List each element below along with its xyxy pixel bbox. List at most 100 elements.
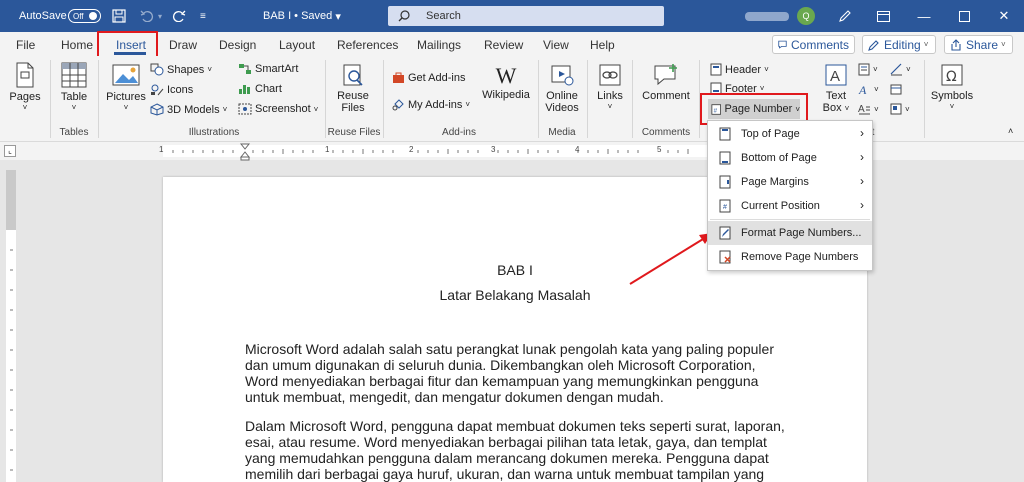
header-button[interactable]: Header ˅ <box>710 63 769 76</box>
menu-item-bottom-of-page[interactable]: Bottom of Page › <box>708 146 872 170</box>
table-button[interactable]: Table ˅ <box>56 62 92 112</box>
ribbon-display-icon[interactable] <box>877 0 890 32</box>
comment-button[interactable]: Comment <box>640 63 692 102</box>
quick-parts-button[interactable]: ˅ <box>858 63 878 76</box>
save-icon[interactable] <box>112 0 126 32</box>
undo-dropdown-icon[interactable]: ▾ <box>158 0 162 32</box>
ruler-mark-1: 1 <box>325 145 330 154</box>
get-addins-button[interactable]: Get Add-ins <box>392 71 465 84</box>
wikipedia-button[interactable]: W Wikipedia <box>480 63 532 101</box>
redo-icon[interactable] <box>172 0 186 32</box>
chevron-right-icon: › <box>860 198 864 212</box>
menu-item-label: Page Margins <box>741 176 809 188</box>
shapes-icon <box>150 63 164 76</box>
drop-cap-button[interactable]: A ˅ <box>858 103 879 116</box>
chevron-right-icon: › <box>860 174 864 188</box>
get-addins-label: Get Add-ins <box>408 71 466 84</box>
current-position-icon: # <box>719 199 731 213</box>
pictures-button[interactable]: Pictures ˅ <box>106 62 146 112</box>
collapse-ribbon-icon[interactable]: ˄ <box>1008 126 1013 136</box>
pages-button[interactable]: Pages ˅ <box>8 62 42 112</box>
svg-text:A: A <box>830 68 840 85</box>
chart-button[interactable]: Chart <box>238 83 282 95</box>
chart-icon <box>239 85 250 94</box>
tab-home[interactable]: Home <box>61 38 93 52</box>
share-button[interactable]: Share ˅ <box>944 35 1013 54</box>
vertical-ruler[interactable] <box>6 170 16 482</box>
editing-button[interactable]: Editing ˅ <box>862 35 936 54</box>
chart-label: Chart <box>255 83 282 95</box>
menu-item-page-margins[interactable]: Page Margins › <box>708 170 872 194</box>
ribbon-divider <box>325 60 326 138</box>
ruler-mark-4: 4 <box>575 145 580 154</box>
edit-pencil-icon <box>868 39 879 51</box>
tab-design[interactable]: Design <box>219 38 256 52</box>
header-label: Header <box>725 63 762 76</box>
minimize-button[interactable]: — <box>904 0 944 32</box>
ribbon-divider <box>538 60 539 138</box>
tab-help[interactable]: Help <box>590 38 615 52</box>
addin-icon <box>392 99 404 111</box>
tab-references[interactable]: References <box>337 38 398 52</box>
reuse-files-button[interactable]: Reuse Files <box>333 63 373 114</box>
table-label: Table <box>60 91 88 103</box>
tab-layout[interactable]: Layout <box>279 38 315 52</box>
bottom-of-page-icon <box>719 151 731 165</box>
reuse-files-label: Reuse <box>337 90 369 102</box>
my-addins-button[interactable]: My Add-ins ˅ <box>392 98 470 111</box>
smartart-button[interactable]: SmartArt <box>238 63 298 75</box>
comments-button[interactable]: Comments <box>772 35 855 54</box>
tab-selector[interactable]: ⌞ <box>4 145 16 157</box>
object-button[interactable]: ˅ <box>890 103 910 115</box>
menu-item-format-page-numbers[interactable]: Format Page Numbers... <box>708 221 872 245</box>
screenshot-button[interactable]: Screenshot ˅ <box>238 103 318 115</box>
date-time-button[interactable] <box>890 83 902 95</box>
paragraph-line: untuk membuat, mengedit, dan mengatur do… <box>245 389 664 405</box>
new-comment-icon <box>654 64 677 86</box>
symbols-button[interactable]: Ω Symbols ˅ <box>930 63 974 111</box>
text-box-button[interactable]: A Text Box ˅ <box>818 63 854 114</box>
ribbon-divider <box>632 60 633 138</box>
quick-parts-icon <box>858 63 870 76</box>
search-placeholder: Search <box>426 10 461 22</box>
group-reuse-files: Reuse Files <box>327 127 381 138</box>
3d-models-button[interactable]: 3D Models ˅ <box>150 103 227 116</box>
tab-draw[interactable]: Draw <box>169 38 197 52</box>
editing-label: Editing <box>884 37 921 52</box>
object-icon <box>890 103 902 115</box>
search-box[interactable]: Search <box>388 6 664 26</box>
text-box-icon: A <box>825 64 847 86</box>
tab-review[interactable]: Review <box>484 38 523 52</box>
wordart-button[interactable]: A ˅ <box>858 83 879 96</box>
icons-button[interactable]: Icons <box>150 83 193 96</box>
menu-item-top-of-page[interactable]: Top of Page › <box>708 122 872 146</box>
document-title[interactable]: BAB I • Saved ▾ <box>263 0 341 32</box>
avatar[interactable]: Q <box>797 7 815 25</box>
tab-mailings[interactable]: Mailings <box>417 38 461 52</box>
paragraph-1: Microsoft Word adalah salah satu perangk… <box>245 341 785 405</box>
paragraph-line: memilih dari berbagai gaya huruf, ukuran… <box>245 466 765 482</box>
tab-view[interactable]: View <box>543 38 569 52</box>
shapes-button[interactable]: Shapes ˅ <box>150 63 212 76</box>
menu-item-label: Top of Page <box>741 128 800 140</box>
menu-item-current-position[interactable]: # Current Position › <box>708 194 872 218</box>
maximize-button[interactable] <box>944 0 984 32</box>
undo-icon[interactable] <box>140 0 154 32</box>
pen-icon[interactable] <box>838 0 852 32</box>
menu-item-remove-page-numbers[interactable]: Remove Page Numbers <box>708 245 872 269</box>
autosave-toggle[interactable]: Off <box>68 9 101 23</box>
customize-toolbar-icon[interactable]: ≡ <box>200 0 206 32</box>
close-button[interactable]: ✕ <box>984 0 1024 32</box>
wikipedia-icon: W <box>495 63 517 88</box>
drop-cap-icon: A <box>858 104 870 115</box>
autosave-label: AutoSave <box>19 10 67 22</box>
indent-marker[interactable] <box>239 143 251 164</box>
calendar-icon <box>890 84 902 95</box>
tab-file[interactable]: File <box>16 38 35 52</box>
reuse-files-icon <box>343 64 363 86</box>
online-videos-button[interactable]: Online Videos <box>543 63 581 114</box>
ribbon-divider <box>98 60 99 138</box>
signature-line-button[interactable]: ˅ <box>890 63 911 76</box>
paragraph-line: dan umum digunakan di seluruh dunia. Dik… <box>245 357 756 373</box>
links-button[interactable]: Links ˅ <box>594 63 626 111</box>
